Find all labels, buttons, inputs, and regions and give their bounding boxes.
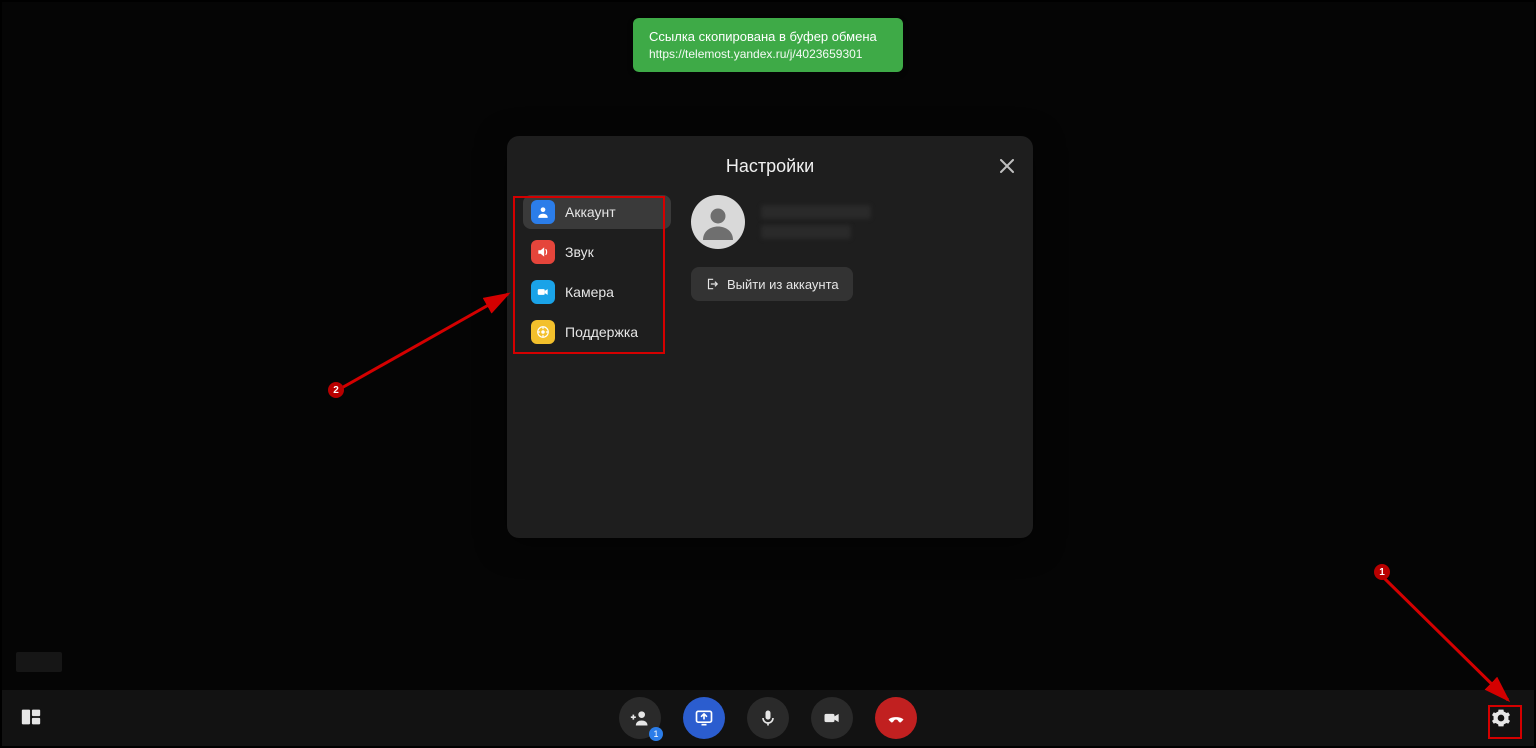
logout-label: Выйти из аккаунта: [727, 277, 839, 292]
profile-row: [691, 195, 1017, 249]
gear-icon: [1491, 708, 1511, 728]
avatar: [691, 195, 745, 249]
profile-name-redacted-1: [761, 205, 871, 219]
sidebar-item-label: Звук: [565, 244, 594, 260]
annotation-bubble-1: 1: [1374, 564, 1390, 580]
participant-badge: 1: [649, 727, 663, 741]
dialog-title: Настройки: [507, 136, 1033, 191]
sidebar-item-sound[interactable]: Звук: [523, 235, 671, 269]
share-screen-button[interactable]: [683, 697, 725, 739]
microphone-button[interactable]: [747, 697, 789, 739]
settings-gear-button[interactable]: [1486, 703, 1516, 733]
hangup-icon: [886, 708, 906, 728]
sound-icon: [531, 240, 555, 264]
sidebar-item-support[interactable]: Поддержка: [523, 315, 671, 349]
logout-icon: [705, 277, 719, 291]
end-call-button[interactable]: [875, 697, 917, 739]
close-button[interactable]: [995, 154, 1019, 178]
sidebar-item-label: Аккаунт: [565, 204, 616, 220]
support-icon: [531, 320, 555, 344]
layout-grid-button[interactable]: [20, 706, 44, 730]
settings-dialog: Настройки Аккаунт Звук Камера: [507, 136, 1033, 538]
annotation-bubble-2: 2: [328, 382, 344, 398]
add-participant-button[interactable]: 1: [619, 697, 661, 739]
sidebar-item-account[interactable]: Аккаунт: [523, 195, 671, 229]
settings-sidebar: Аккаунт Звук Камера Поддержка: [523, 191, 671, 349]
close-icon: [1000, 159, 1014, 173]
camera-button[interactable]: [811, 697, 853, 739]
annotation-arrow-2: [330, 282, 520, 402]
toast-line2: https://telemost.yandex.ru/j/4023659301: [649, 46, 887, 62]
share-screen-icon: [694, 708, 714, 728]
sidebar-item-camera[interactable]: Камера: [523, 275, 671, 309]
camera-icon: [531, 280, 555, 304]
video-icon: [822, 708, 842, 728]
sidebar-item-label: Поддержка: [565, 324, 638, 340]
bottom-toolbar: 1: [2, 690, 1534, 746]
grid-icon: [20, 706, 42, 728]
logout-button[interactable]: Выйти из аккаунта: [691, 267, 853, 301]
toast-line1: Ссылка скопирована в буфер обмена: [649, 28, 887, 46]
profile-name: [761, 205, 871, 239]
toast-link-copied: Ссылка скопирована в буфер обмена https:…: [633, 18, 903, 72]
settings-content-account: Выйти из аккаунта: [691, 191, 1017, 349]
microphone-icon: [758, 708, 778, 728]
profile-name-redacted-2: [761, 225, 851, 239]
ghost-block: [16, 652, 62, 672]
account-icon: [531, 200, 555, 224]
add-participant-icon: [630, 708, 650, 728]
sidebar-item-label: Камера: [565, 284, 614, 300]
